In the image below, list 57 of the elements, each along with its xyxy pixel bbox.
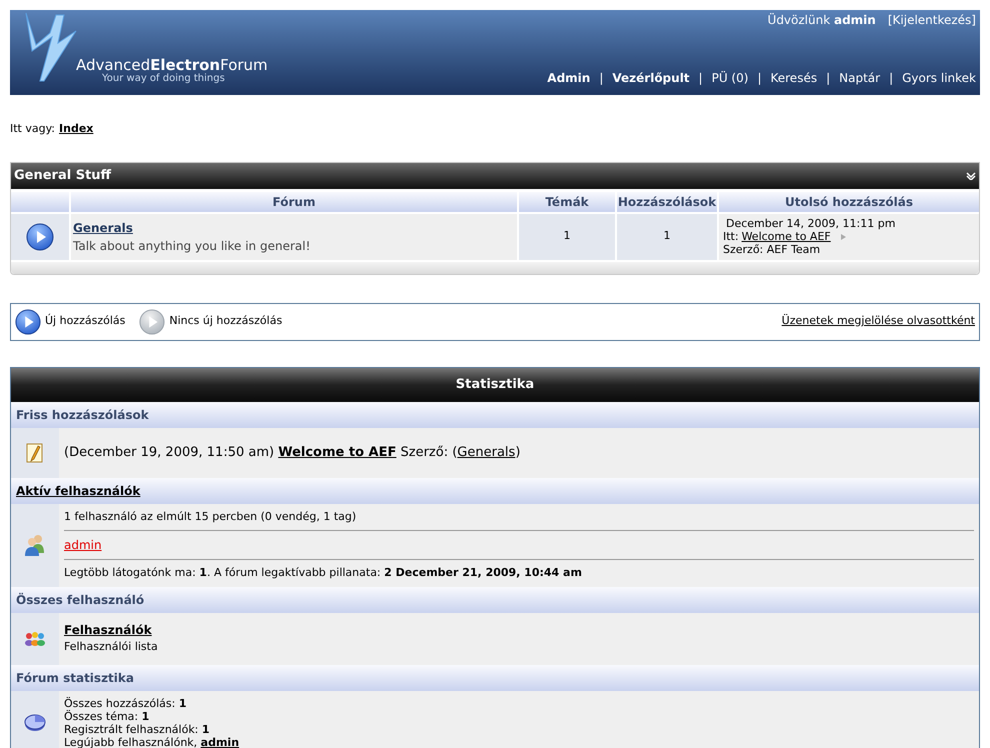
newest-member-text: Legújabb felhasználónk, admin <box>64 736 240 748</box>
newest-member-link[interactable]: admin <box>200 736 240 748</box>
section-heading: Friss hozzászólások <box>16 408 149 422</box>
nav-separator: | <box>889 70 894 87</box>
group-icon <box>24 630 46 646</box>
nav-link[interactable]: Vezérlőpult <box>612 69 690 87</box>
posts-cell: 1 <box>617 214 717 260</box>
legend-label: Nincs új hozzászólás <box>169 313 282 330</box>
online-summary: 1 felhasználó az elmúlt 15 percben (0 vendég, 1 tag) <box>64 504 974 531</box>
section-heading: Összes felhasználó <box>16 592 144 606</box>
logo-tagline: Your way of doing things <box>101 72 226 85</box>
stat-line: Összes téma: 1 <box>64 710 150 722</box>
column-header: Utolsó hozzászólás <box>719 192 979 212</box>
legend-label: Új hozzászólás <box>45 313 126 330</box>
stat-line: Regisztrált felhasználók: 1 <box>64 722 211 736</box>
nav-separator: | <box>757 70 762 87</box>
last-post-link[interactable]: Welcome to AEF <box>742 230 831 243</box>
nav-link[interactable]: Naptár <box>839 69 880 87</box>
nav-link[interactable]: PÜ (0) <box>712 69 748 87</box>
pie-chart-icon <box>24 714 46 732</box>
nav-link[interactable]: Admin <box>547 69 590 87</box>
recent-post-link[interactable]: Welcome to AEF <box>278 442 396 462</box>
stat-line: Összes hozzászólás: 1 <box>64 696 188 710</box>
nav-link[interactable]: Gyors linkek <box>902 69 976 87</box>
topics-cell: 1 <box>519 214 615 260</box>
recent-post-text: (December 19, 2009, 11:50 am) Welcome to AEF Szerző: (Generals) <box>64 428 974 478</box>
members-link[interactable]: Felhasználók <box>64 621 152 640</box>
user-link[interactable]: admin <box>64 536 102 554</box>
breadcrumb-label: Itt vagy: <box>10 121 56 137</box>
last-post-date: December 14, 2009, 11:11 pm <box>725 217 896 230</box>
forum-link[interactable]: Generals <box>73 218 133 236</box>
nav-separator: | <box>698 70 703 87</box>
column-header: Témák <box>519 192 615 212</box>
recent-forum-link[interactable]: Generals <box>457 442 516 462</box>
section-heading: Fórum statisztika <box>16 670 134 684</box>
column-header: Fórum <box>71 192 517 212</box>
column-header-background <box>11 192 69 212</box>
users-icon <box>23 533 47 557</box>
last-post-author: Szerző: AEF Team <box>723 243 822 256</box>
section-heading-link[interactable]: Aktív felhasználók <box>16 484 140 498</box>
record-text: Legtöbb látogatónk ma: 1. A fórum legaktívabb pillanata: 2 December 21, 2009, 10:44 am <box>64 565 583 581</box>
nav-separator: | <box>826 70 830 87</box>
nav-separator: | <box>599 70 604 87</box>
column-header: Hozzászólások <box>617 192 717 212</box>
nav-link[interactable]: Keresés <box>770 69 818 87</box>
breadcrumb-link[interactable]: Index <box>59 121 94 138</box>
category-title: General Stuff <box>14 166 112 185</box>
notepad-icon <box>26 442 44 462</box>
mark-read-link[interactable]: Üzenetek megjelölése olvasottként <box>782 313 975 330</box>
last-post-label: Itt: <box>723 230 739 243</box>
welcome-text: Üdvözlünk admin <box>768 12 876 29</box>
members-description: Felhasználói lista <box>64 639 159 656</box>
logo-text: AdvancedElectronForum <box>76 58 268 72</box>
stats-title: Statisztika <box>456 376 534 394</box>
logout-link[interactable]: [Kijelentkezés] <box>888 11 976 29</box>
collapse-icon[interactable] <box>966 172 976 180</box>
forum-description: Talk about anything you like in general! <box>73 238 312 254</box>
